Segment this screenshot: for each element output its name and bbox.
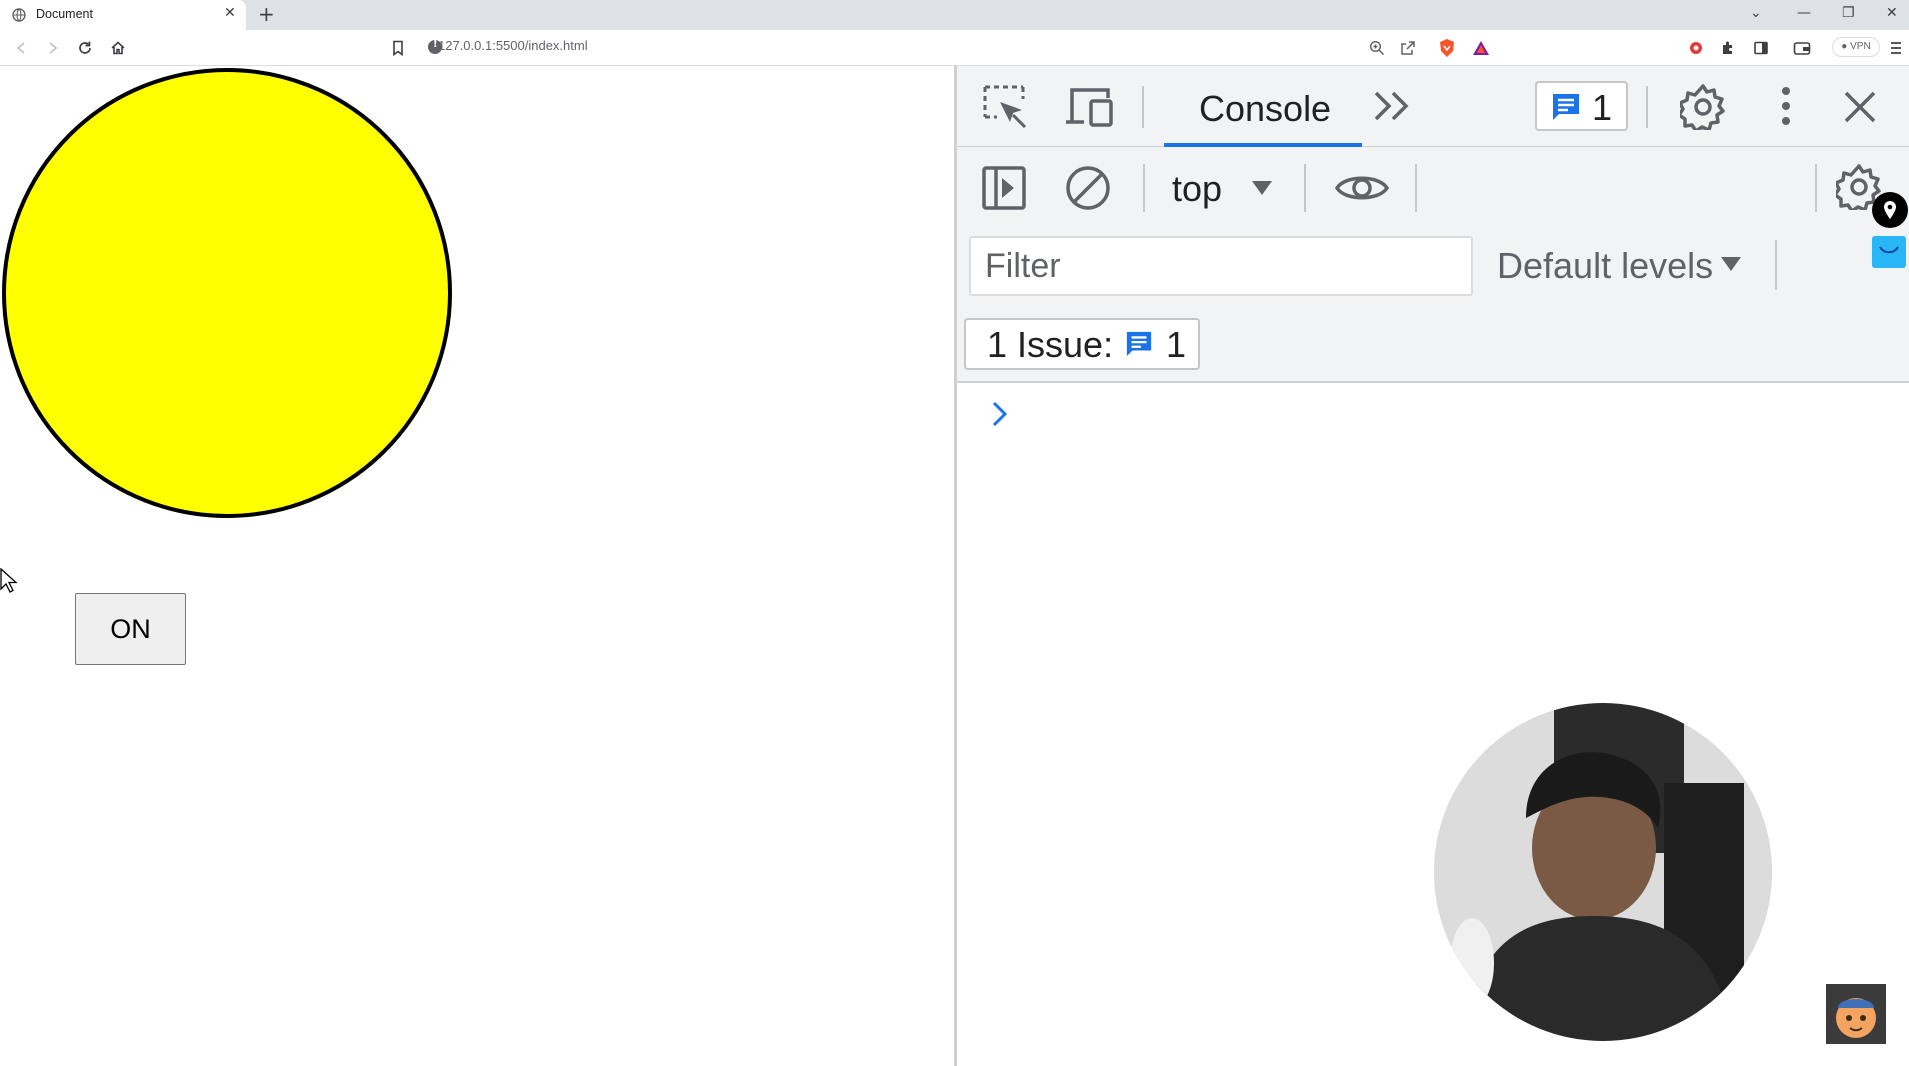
live-expression-eye-icon[interactable] <box>1335 168 1389 208</box>
issue-message-icon <box>1553 94 1579 120</box>
reload-icon[interactable] <box>77 40 93 56</box>
close-devtools-icon[interactable] <box>1843 90 1877 124</box>
toolbar-separator <box>1143 164 1145 212</box>
back-icon[interactable] <box>14 41 28 55</box>
webcam-overlay <box>1434 703 1772 1041</box>
on-button[interactable]: ON <box>75 593 186 665</box>
issues-pill-count: 1 <box>1166 324 1187 365</box>
toolbar-separator <box>1815 164 1817 212</box>
toolbar-separator <box>1415 164 1417 212</box>
new-tab-button[interactable]: + <box>258 3 275 25</box>
share-icon[interactable] <box>1400 40 1416 56</box>
default-levels-dropdown[interactable]: Default levels <box>1497 245 1713 287</box>
toolbar-separator <box>1646 86 1648 128</box>
toolbar-separator <box>1775 240 1777 290</box>
extension-shield-icon[interactable] <box>1688 40 1704 56</box>
menu-icon[interactable] <box>1890 40 1902 56</box>
sidebar-icon[interactable] <box>1753 40 1769 56</box>
issues-pill-label: 1 Issue: <box>987 324 1114 365</box>
console-prompt-chevron-icon[interactable] <box>990 399 1010 429</box>
more-tabs-chevron-icon[interactable] <box>1373 90 1413 122</box>
browser-toolbar <box>0 30 1909 66</box>
vpn-button[interactable]: ● VPN <box>1832 37 1880 57</box>
address-bar[interactable]: 127.0.0.1:5500/index.html <box>438 38 588 53</box>
wallet-icon[interactable] <box>1793 40 1811 56</box>
toolbar-separator <box>1304 164 1306 212</box>
device-toolbar-icon[interactable] <box>1064 86 1114 128</box>
mouse-cursor-icon <box>0 568 18 593</box>
issues-counter-button[interactable] <box>1535 81 1628 131</box>
brave-rewards-icon[interactable] <box>1472 39 1490 57</box>
minimize-icon[interactable]: — <box>1797 5 1811 21</box>
pin-glyph <box>1884 201 1896 219</box>
close-window-icon[interactable]: ✕ <box>1886 5 1898 21</box>
smile-glyph <box>1879 246 1899 254</box>
brave-shields-icon[interactable] <box>1438 38 1456 58</box>
zoom-icon[interactable] <box>1369 40 1385 56</box>
forward-icon[interactable] <box>46 41 60 55</box>
brave-lion-avatar <box>1826 984 1886 1044</box>
issues-counter-value: 1 <box>1592 87 1613 128</box>
issue-message-icon <box>1126 331 1152 357</box>
levels-dropdown-icon[interactable] <box>1720 256 1742 272</box>
globe-icon <box>12 8 26 22</box>
inspect-element-icon[interactable] <box>982 84 1028 130</box>
home-icon[interactable] <box>110 40 126 56</box>
more-options-icon[interactable] <box>1780 86 1792 126</box>
bulb-circle <box>2 68 452 518</box>
show-sidebar-icon[interactable] <box>982 166 1026 210</box>
tab-close-icon[interactable]: ✕ <box>224 5 236 21</box>
tab-console-label: Console <box>1199 88 1332 129</box>
toolbar-separator <box>1142 86 1144 128</box>
filter-input[interactable] <box>969 236 1473 296</box>
extensions-puzzle-icon[interactable] <box>1720 40 1736 56</box>
restore-icon[interactable]: ❐ <box>1842 5 1855 21</box>
settings-gear-icon[interactable] <box>1680 84 1726 130</box>
bookmark-icon[interactable] <box>391 40 405 56</box>
tab-strip <box>0 0 1909 30</box>
context-dropdown-icon[interactable] <box>1251 180 1273 196</box>
clear-console-icon[interactable] <box>1065 165 1111 211</box>
webcam-presenter-image <box>1434 703 1772 1041</box>
tab-title: Document <box>36 7 93 21</box>
lion-icon <box>1836 998 1876 1038</box>
tab-search-icon[interactable]: ⌄ <box>1750 5 1762 21</box>
context-selector[interactable]: top <box>1172 168 1222 210</box>
